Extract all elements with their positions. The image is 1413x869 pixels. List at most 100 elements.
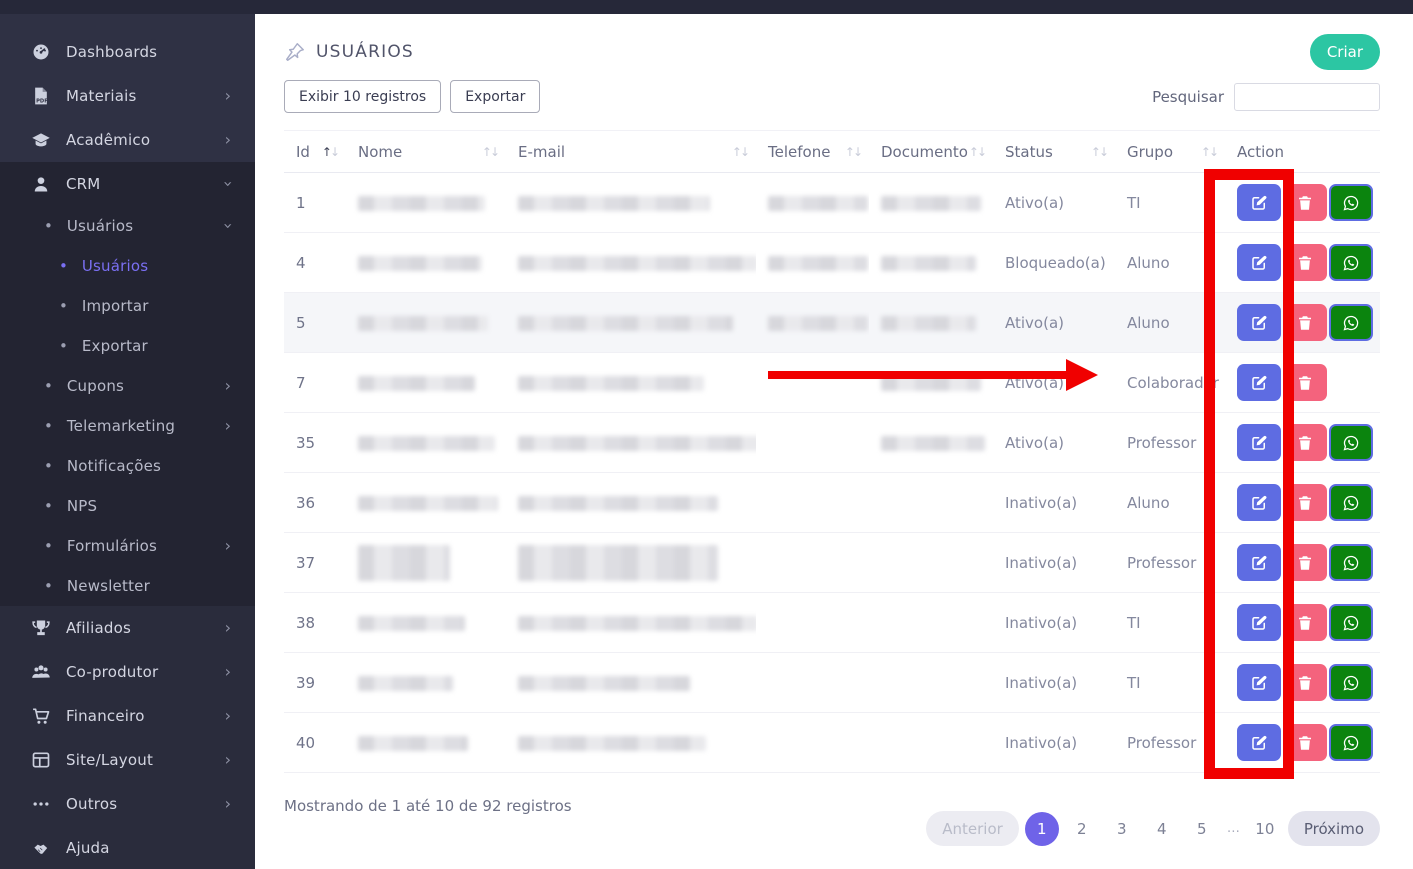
edit-button[interactable] [1237,484,1281,521]
whatsapp-button[interactable] [1329,724,1373,761]
edit-button[interactable] [1237,304,1281,341]
sidebar-item-academico[interactable]: Acadêmico› [0,118,255,162]
edit-button[interactable] [1237,244,1281,281]
sidebar-item-telemarketing[interactable]: •Telemarketing› [0,406,255,446]
delete-button[interactable] [1283,424,1327,461]
delete-button[interactable] [1283,544,1327,581]
cell-grupo: Professor [1115,533,1225,593]
cell-nome [346,593,506,653]
pagination-page-10[interactable]: 10 [1248,812,1282,846]
delete-button[interactable] [1283,184,1327,221]
sidebar-item-nps[interactable]: •NPS [0,486,255,526]
redacted-text [881,376,981,391]
sidebar-item-label: Usuários [67,217,133,235]
sidebar-item-ajuda[interactable]: Ajuda [0,826,255,869]
pagination-page-2[interactable]: 2 [1065,812,1099,846]
delete-button[interactable] [1283,484,1327,521]
column-label: Grupo [1127,143,1173,161]
trash-icon [1296,314,1314,332]
whatsapp-button[interactable] [1329,304,1373,341]
edit-button[interactable] [1237,604,1281,641]
search-input[interactable] [1234,83,1380,111]
edit-button[interactable] [1237,184,1281,221]
sidebar-item-usuarios-lista[interactable]: •Usuários [0,246,255,286]
column-label: Telefone [768,143,830,161]
delete-button[interactable] [1283,364,1327,401]
edit-button[interactable] [1237,664,1281,701]
sidebar-item-newsletter[interactable]: •Newsletter [0,566,255,606]
cell-grupo: Colaborador [1115,353,1225,413]
sidebar-item-label: Site/Layout [66,751,153,769]
delete-button[interactable] [1283,244,1327,281]
cell-telefone [756,233,869,293]
cell-nome [346,413,506,473]
delete-button[interactable] [1283,664,1327,701]
column-header-nome[interactable]: Nome↑↓ [346,131,506,173]
create-button[interactable]: Criar [1310,34,1380,70]
sidebar-item-cupons[interactable]: •Cupons› [0,366,255,406]
cell-status: Bloqueado(a) [993,233,1115,293]
sidebar-item-afiliados[interactable]: Afiliados› [0,606,255,650]
sidebar-item-materiais[interactable]: PDFMateriais› [0,74,255,118]
redacted-text [358,376,475,391]
sidebar-item-formularios[interactable]: •Formulários› [0,526,255,566]
whatsapp-button[interactable] [1329,184,1373,221]
export-button[interactable]: Exportar [450,80,540,113]
sort-arrows-icon: ↑↓ [845,145,861,159]
pagination-next-button[interactable]: Próximo [1288,811,1380,846]
pagination-previous-button[interactable]: Anterior [926,811,1019,846]
redacted-text [518,196,710,211]
whatsapp-icon [1342,614,1360,632]
column-header-documento[interactable]: Documento↑↓ [869,131,993,173]
redacted-text [358,496,498,511]
column-header-status[interactable]: Status↑↓ [993,131,1115,173]
bullet-icon: • [44,537,53,555]
cell-telefone [756,293,869,353]
column-header-id[interactable]: Id↑↓ [284,131,346,173]
pagination-page-5[interactable]: 5 [1185,812,1219,846]
pagination-page-4[interactable]: 4 [1145,812,1179,846]
sidebar-item-label: Notificações [67,457,161,475]
sidebar-item-label: Materiais [66,87,137,105]
whatsapp-button[interactable] [1329,604,1373,641]
delete-button[interactable] [1283,604,1327,641]
column-header-e-mail[interactable]: E-mail↑↓ [506,131,756,173]
sidebar-item-dashboards[interactable]: Dashboards [0,30,255,74]
cell-id: 38 [284,593,346,653]
sidebar-item-usuarios[interactable]: •Usuários› [0,206,255,246]
redacted-text [768,256,868,271]
sidebar-item-outros[interactable]: Outros› [0,782,255,826]
cell-status: Ativo(a) [993,173,1115,233]
bullet-icon: • [44,377,53,395]
sidebar-item-label: Exportar [82,337,148,355]
users-icon [30,661,52,683]
edit-button[interactable] [1237,424,1281,461]
edit-button[interactable] [1237,724,1281,761]
column-header-grupo[interactable]: Grupo↑↓ [1115,131,1225,173]
sidebar-item-exportar[interactable]: •Exportar [0,326,255,366]
delete-button[interactable] [1283,304,1327,341]
pagination-page-1[interactable]: 1 [1025,812,1059,846]
edit-button[interactable] [1237,544,1281,581]
cell-id: 5 [284,293,346,353]
delete-button[interactable] [1283,724,1327,761]
whatsapp-button[interactable] [1329,484,1373,521]
whatsapp-button[interactable] [1329,664,1373,701]
sidebar-item-notificacoes[interactable]: •Notificações [0,446,255,486]
sidebar-item-financeiro[interactable]: Financeiro› [0,694,255,738]
whatsapp-button[interactable] [1329,424,1373,461]
table-row: 36Inativo(a)Aluno [284,473,1380,533]
pagination-page-3[interactable]: 3 [1105,812,1139,846]
sidebar-item-site-layout[interactable]: Site/Layout› [0,738,255,782]
show-records-button[interactable]: Exibir 10 registros [284,80,441,113]
cell-nome [346,473,506,533]
table-header-row: Id↑↓Nome↑↓E-mail↑↓ Telefone ↑↓ Documento↑↓S… [284,131,1380,173]
whatsapp-button[interactable] [1329,544,1373,581]
whatsapp-button[interactable] [1329,244,1373,281]
redacted-text [518,376,704,391]
sidebar-item-crm[interactable]: CRM› [0,162,255,206]
edit-button[interactable] [1237,364,1281,401]
sidebar-item-importar[interactable]: •Importar [0,286,255,326]
sidebar-item-co-produtor[interactable]: Co-produtor› [0,650,255,694]
column-header-telefone[interactable]: Telefone ↑↓ [756,131,869,173]
